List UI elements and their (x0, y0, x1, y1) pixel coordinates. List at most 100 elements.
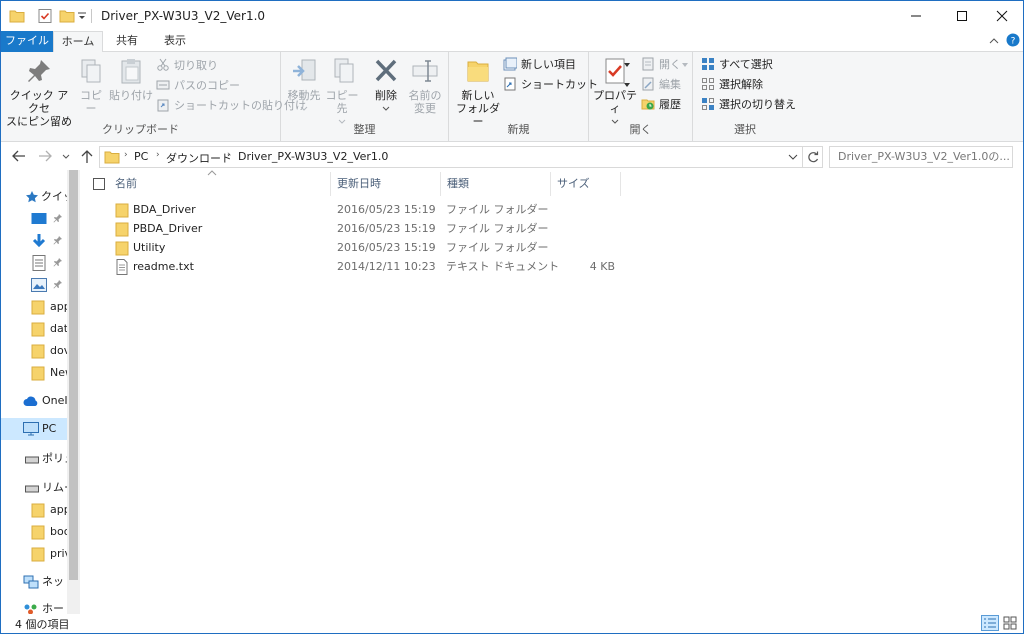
tab-view[interactable]: 表示 (151, 31, 199, 52)
desktop-icon (31, 213, 47, 224)
invert-selection-icon (702, 98, 714, 110)
file-size: 4 KB (589, 260, 615, 273)
nav-label: New (50, 366, 67, 379)
chevron-down-icon (300, 106, 308, 111)
move-to-icon (293, 59, 316, 81)
ribbon-tabs: ファイル ホーム 共有 表示 ? (1, 31, 1023, 53)
table-row[interactable]: PBDA_Driver 2016/05/23 15:19 ファイル フォルダー (111, 219, 691, 238)
select-none-icon (702, 78, 714, 90)
edit-label: 編集 (659, 78, 681, 91)
breadcrumb-downloads[interactable]: ダウンロード (166, 150, 232, 166)
chevron-down-icon[interactable] (77, 8, 87, 24)
nav-folder[interactable]: boo (1, 521, 67, 543)
nav-folder[interactable]: app (1, 296, 67, 318)
search-input[interactable]: Driver_PX-W3U3_V2_Ver1.0の... (829, 146, 1013, 168)
nav-folder[interactable]: dat (1, 318, 67, 340)
delete-button[interactable]: 削除 (369, 56, 403, 115)
nav-portable-device[interactable]: ポリュ (1, 448, 67, 470)
nav-label: dat (50, 322, 67, 335)
properties-icon[interactable] (37, 8, 53, 24)
nav-pinned-desktop[interactable] (1, 208, 67, 230)
cloud-icon (23, 396, 38, 406)
table-row[interactable]: readme.txt 2014/12/11 10:23 テキスト ドキュメント … (111, 257, 691, 276)
recent-locations-icon[interactable] (61, 147, 71, 165)
explorer-window: Driver_PX-W3U3_V2_Ver1.0 ファイル ホーム 共有 表示 … (0, 0, 1024, 634)
copy-button[interactable]: コピー (75, 56, 107, 115)
chevron-up-icon[interactable] (989, 36, 999, 46)
column-header-date[interactable]: 更新日時 (331, 172, 441, 196)
paste-button[interactable]: 貼り付け (109, 56, 153, 102)
nav-pinned-downloads[interactable] (1, 230, 67, 252)
nav-scrollbar-thumb[interactable] (69, 170, 78, 580)
chevron-down-icon (382, 106, 390, 111)
table-row[interactable]: BDA_Driver 2016/05/23 15:19 ファイル フォルダー (111, 200, 691, 219)
nav-folder[interactable]: priv (1, 543, 67, 565)
move-to-label: 移動先 (287, 89, 321, 102)
refresh-icon (808, 151, 819, 163)
column-header-type[interactable]: 種類 (441, 172, 551, 196)
open-icon (642, 57, 654, 71)
file-type: テキスト ドキュメント (446, 260, 560, 273)
nav-pinned-documents[interactable] (1, 252, 67, 274)
tab-file[interactable]: ファイル (1, 31, 53, 52)
folder-icon (115, 203, 129, 218)
nav-network[interactable]: ネット (1, 571, 67, 593)
tab-home[interactable]: ホーム (53, 31, 103, 53)
folder-icon (31, 503, 45, 518)
new-folder-button[interactable]: 新しい フォルダー (453, 56, 503, 128)
refresh-button[interactable] (803, 146, 823, 168)
folder-icon (115, 222, 129, 237)
tab-share[interactable]: 共有 (105, 31, 149, 52)
chevron-right-icon[interactable]: › (156, 150, 160, 160)
nav-label: リムー (42, 481, 67, 494)
address-bar[interactable]: › PC › ダウンロード › Driver_PX-W3U3_V2_Ver1.0 (99, 146, 803, 168)
clipboard-group-label: クリップボード (102, 123, 179, 136)
details-view-icon[interactable] (981, 615, 999, 631)
column-header-size[interactable]: サイズ (551, 172, 621, 196)
breadcrumb-current-folder[interactable]: Driver_PX-W3U3_V2_Ver1.0 (238, 150, 388, 163)
nav-label: ホー (42, 602, 64, 614)
history-icon (641, 99, 655, 110)
table-row[interactable]: Utility 2016/05/23 15:19 ファイル フォルダー (111, 238, 691, 257)
rename-label-line2: 変更 (414, 102, 436, 115)
nav-removable-disk[interactable]: リムー (1, 477, 67, 499)
nav-pc[interactable]: PC (1, 418, 67, 440)
select-all-checkbox[interactable] (93, 178, 105, 190)
title-separator (91, 9, 92, 23)
nav-folder[interactable]: app (1, 499, 67, 521)
file-type: ファイル フォルダー (446, 203, 549, 216)
rename-button[interactable]: 名前の 変更 (405, 56, 445, 115)
column-header-name[interactable]: 名前 (109, 172, 331, 196)
chevron-right-icon[interactable]: › (124, 150, 128, 160)
nav-homegroup[interactable]: ホー (1, 598, 67, 614)
chevron-down-icon (682, 63, 688, 67)
download-arrow-icon (32, 234, 46, 248)
back-arrow-icon[interactable] (11, 147, 27, 165)
folder-icon (31, 322, 45, 337)
nav-scrollbar[interactable] (67, 170, 80, 614)
nav-onedrive[interactable]: OneI (1, 390, 67, 412)
nav-quick-access[interactable]: クイッ (1, 186, 67, 208)
move-to-button[interactable]: 移動先 (285, 56, 323, 115)
pin-to-quick-access-button[interactable]: クイック アクセ スにピン留め (5, 56, 73, 128)
drive-icon (25, 456, 39, 464)
large-icons-view-icon[interactable] (1001, 615, 1019, 631)
new-folder-icon[interactable] (59, 8, 75, 24)
up-arrow-icon[interactable] (79, 147, 95, 165)
chevron-right-icon[interactable]: › (227, 150, 231, 160)
file-name: readme.txt (133, 260, 194, 273)
file-date: 2016/05/23 15:19 (337, 203, 436, 216)
chevron-down-icon[interactable] (788, 153, 798, 161)
help-icon[interactable]: ? (1006, 33, 1020, 47)
copy-to-button[interactable]: コピー先 (323, 56, 361, 128)
nav-pinned-pictures[interactable] (1, 274, 67, 296)
forward-arrow-icon[interactable] (37, 147, 53, 165)
minimize-icon[interactable] (893, 1, 939, 31)
nav-label: priv (50, 547, 67, 560)
nav-folder[interactable]: New (1, 362, 67, 384)
close-icon[interactable] (979, 1, 1024, 31)
address-row: › PC › ダウンロード › Driver_PX-W3U3_V2_Ver1.0… (1, 142, 1023, 170)
nav-folder[interactable]: dov (1, 340, 67, 362)
properties-button[interactable]: プロパティ (591, 56, 639, 128)
breadcrumb-pc[interactable]: PC (134, 150, 148, 163)
